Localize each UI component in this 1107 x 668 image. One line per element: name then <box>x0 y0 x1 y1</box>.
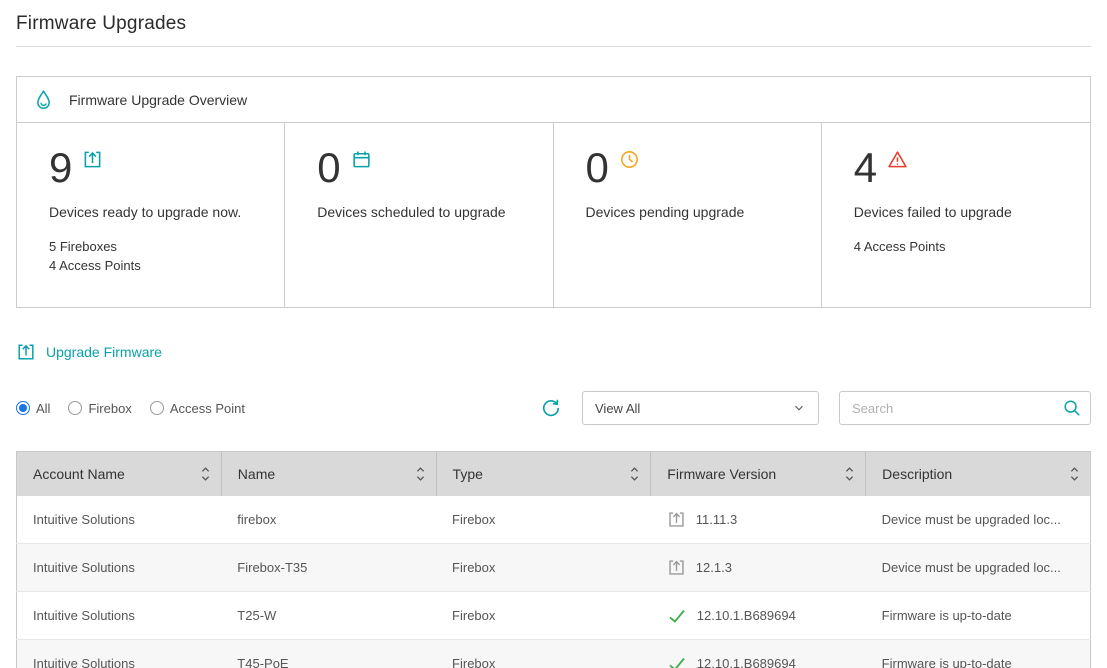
table-header-row: Account Name Name <box>17 452 1091 496</box>
view-all-dropdown-value: View All <box>595 401 640 416</box>
check-icon <box>667 606 687 626</box>
cell-description: Firmware is up-to-date <box>866 592 1091 640</box>
view-all-dropdown[interactable]: View All <box>582 391 819 425</box>
cell-name: firebox <box>221 496 436 544</box>
cell-type: Firebox <box>436 496 651 544</box>
page-header: Firmware Upgrades <box>16 0 1091 47</box>
column-header-type[interactable]: Type <box>436 452 651 496</box>
clock-icon <box>619 149 640 170</box>
cell-account-name: Intuitive Solutions <box>17 544 222 592</box>
warning-icon <box>887 149 908 170</box>
overview-card: Firmware Upgrade Overview 9 Devices read… <box>16 76 1091 308</box>
sort-icon[interactable] <box>200 465 211 483</box>
overview-card-header: Firmware Upgrade Overview <box>17 77 1090 123</box>
radio-selected-icon <box>16 401 30 415</box>
table-row[interactable]: Intuitive Solutions T25-W Firebox 12.10.… <box>17 592 1091 640</box>
device-table: Account Name Name <box>16 451 1091 668</box>
search-input[interactable] <box>839 391 1091 425</box>
upload-icon <box>82 149 103 170</box>
droplet-icon <box>33 89 54 110</box>
upload-icon <box>667 510 686 529</box>
stat-pending-label: Devices pending upgrade <box>586 204 789 220</box>
cell-description: Device must be upgraded loc... <box>866 496 1091 544</box>
cell-name: Firebox-T35 <box>221 544 436 592</box>
table-row[interactable]: Intuitive Solutions T45-PoE Firebox 12.1… <box>17 640 1091 668</box>
sort-icon[interactable] <box>1069 465 1080 483</box>
column-header-name[interactable]: Name <box>221 452 436 496</box>
cell-description: Firmware is up-to-date <box>866 640 1091 668</box>
filter-all-radio[interactable]: All <box>16 401 50 416</box>
stat-failed-details: 4 Access Points <box>854 238 1058 257</box>
stat-failed-label: Devices failed to upgrade <box>854 204 1058 220</box>
filter-firebox-label: Firebox <box>88 401 131 416</box>
cell-account-name: Intuitive Solutions <box>17 496 222 544</box>
cell-name: T45-PoE <box>221 640 436 668</box>
table-row[interactable]: Intuitive Solutions Firebox-T35 Firebox … <box>17 544 1091 592</box>
stat-failed: 4 Devices failed to upgrade 4 Access Poi… <box>822 123 1090 307</box>
upgrade-firmware-label: Upgrade Firmware <box>46 344 162 360</box>
stat-ready-details: 5 Fireboxes 4 Access Points <box>49 238 252 276</box>
cell-description: Device must be upgraded loc... <box>866 544 1091 592</box>
chevron-down-icon <box>792 401 806 415</box>
search-icon[interactable] <box>1062 398 1082 418</box>
page-title: Firmware Upgrades <box>16 13 1091 35</box>
filter-firebox-radio[interactable]: Firebox <box>68 401 131 416</box>
column-header-firmware-version[interactable]: Firmware Version <box>651 452 866 496</box>
column-header-description[interactable]: Description <box>866 452 1091 496</box>
stat-scheduled-value: 0 <box>317 147 340 189</box>
cell-account-name: Intuitive Solutions <box>17 592 222 640</box>
stat-scheduled: 0 Devices scheduled to upgrade <box>285 123 553 307</box>
upgrade-firmware-button[interactable]: Upgrade Firmware <box>16 342 162 362</box>
overview-title: Firmware Upgrade Overview <box>69 92 247 108</box>
stat-scheduled-label: Devices scheduled to upgrade <box>317 204 520 220</box>
right-controls: View All <box>540 391 1091 425</box>
sort-icon[interactable] <box>844 465 855 483</box>
cell-firmware-version: 12.10.1.B689694 <box>651 640 866 668</box>
cell-account-name: Intuitive Solutions <box>17 640 222 668</box>
device-type-filter: All Firebox Access Point <box>16 401 245 416</box>
stat-ready-label: Devices ready to upgrade now. <box>49 204 252 220</box>
upload-icon <box>667 558 686 577</box>
calendar-icon <box>351 149 372 170</box>
page: Firmware Upgrades Firmware Upgrade Overv… <box>0 0 1107 668</box>
cell-name: T25-W <box>221 592 436 640</box>
filter-all-label: All <box>36 401 50 416</box>
sort-icon[interactable] <box>415 465 426 483</box>
cell-type: Firebox <box>436 640 651 668</box>
stat-pending-value: 0 <box>586 147 609 189</box>
stat-ready: 9 Devices ready to upgrade now. 5 Firebo… <box>17 123 285 307</box>
table-row[interactable]: Intuitive Solutions firebox Firebox 11.1… <box>17 496 1091 544</box>
cell-firmware-version: 12.1.3 <box>651 544 866 592</box>
filter-access-point-label: Access Point <box>170 401 245 416</box>
stat-failed-value: 4 <box>854 147 877 189</box>
check-icon <box>667 654 687 668</box>
radio-unselected-icon <box>150 401 164 415</box>
radio-unselected-icon <box>68 401 82 415</box>
refresh-button[interactable] <box>540 397 562 419</box>
cell-type: Firebox <box>436 592 651 640</box>
cell-type: Firebox <box>436 544 651 592</box>
stat-ready-value: 9 <box>49 147 72 189</box>
search-box <box>839 391 1091 425</box>
cell-firmware-version: 11.11.3 <box>651 496 866 544</box>
controls-row: All Firebox Access Point View All <box>16 391 1091 425</box>
filter-access-point-radio[interactable]: Access Point <box>150 401 245 416</box>
cell-firmware-version: 12.10.1.B689694 <box>651 592 866 640</box>
sort-icon[interactable] <box>629 465 640 483</box>
overview-stats: 9 Devices ready to upgrade now. 5 Firebo… <box>17 123 1090 307</box>
column-header-account-name[interactable]: Account Name <box>17 452 222 496</box>
stat-pending: 0 Devices pending upgrade <box>554 123 822 307</box>
upload-icon <box>16 342 36 362</box>
